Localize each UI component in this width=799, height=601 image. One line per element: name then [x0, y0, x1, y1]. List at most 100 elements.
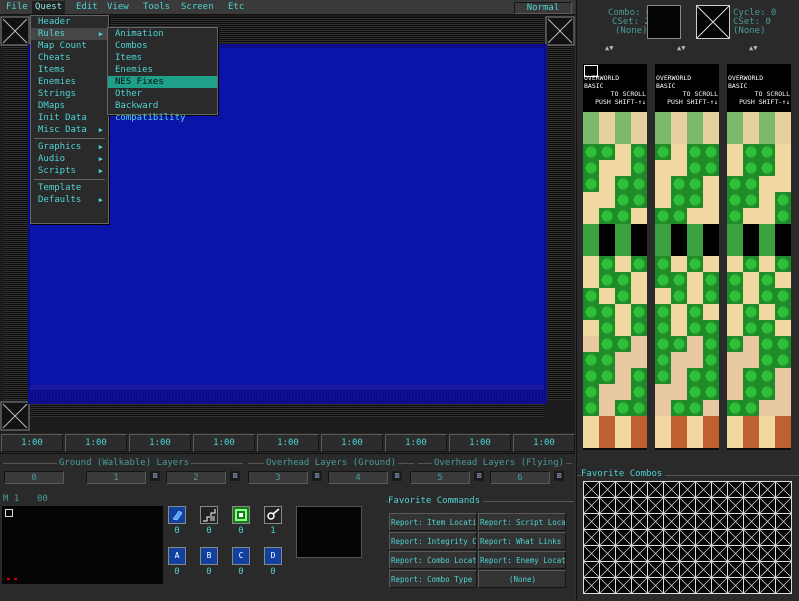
- favorite-combo-slot[interactable]: [679, 497, 696, 514]
- fav-cmd-integrity-check[interactable]: Report: Integrity Check: [389, 532, 477, 550]
- layer-1-field[interactable]: 1: [86, 471, 146, 484]
- favorite-combo-slot[interactable]: [695, 497, 712, 514]
- favorite-combo-slot[interactable]: [631, 481, 648, 498]
- favorite-combo-slot[interactable]: [727, 561, 744, 578]
- submenu-item-combos[interactable]: Combos: [108, 40, 217, 52]
- favorite-combo-slot[interactable]: [727, 497, 744, 514]
- menu-etc[interactable]: Etc: [225, 1, 247, 14]
- favorite-combo-slot[interactable]: [631, 545, 648, 562]
- layer-5-field[interactable]: 5: [410, 471, 470, 484]
- favorite-combo-slot[interactable]: [695, 561, 712, 578]
- favorite-combo-slot[interactable]: [647, 529, 664, 546]
- favorite-combo-slot[interactable]: [679, 577, 696, 594]
- menu-tools[interactable]: Tools: [140, 1, 173, 14]
- fav-cmd-script-locations[interactable]: Report: Script Locations: [478, 513, 566, 531]
- favorite-combo-slot[interactable]: [599, 561, 616, 578]
- favorite-combo-slot[interactable]: [695, 481, 712, 498]
- menu-item-header[interactable]: Header: [31, 16, 108, 28]
- layer-3-checkbox[interactable]: ⊠: [312, 471, 322, 481]
- layer-5-checkbox[interactable]: ⊠: [474, 471, 484, 481]
- favorite-combo-slot[interactable]: [599, 577, 616, 594]
- favorite-combo-slot[interactable]: [711, 577, 728, 594]
- favorite-combo-slot[interactable]: [583, 577, 600, 594]
- favorite-combo-slot[interactable]: [615, 561, 632, 578]
- menu-item-audio[interactable]: Audio ▶: [31, 153, 108, 165]
- favorite-combo-slot[interactable]: [775, 561, 792, 578]
- combo-page-arrows-2[interactable]: ▲▼: [677, 44, 685, 52]
- menu-item-misc-data[interactable]: Misc Data ▶: [31, 124, 108, 136]
- favorite-combo-slot[interactable]: [679, 513, 696, 530]
- favorite-combo-slot[interactable]: [647, 577, 664, 594]
- favorite-combo-slot[interactable]: [647, 481, 664, 498]
- favorite-combo-slot[interactable]: [743, 529, 760, 546]
- favorite-combo-slot[interactable]: [583, 545, 600, 562]
- favorite-combo-slot[interactable]: [631, 497, 648, 514]
- favorite-combo-slot[interactable]: [599, 497, 616, 514]
- menu-item-scripts[interactable]: Scripts ▶: [31, 165, 108, 177]
- favorite-combo-slot[interactable]: [615, 481, 632, 498]
- item-slot-b[interactable]: B: [200, 547, 218, 565]
- fav-cmd-item-locations[interactable]: Report: Item Locations: [389, 513, 477, 531]
- favorite-combo-slot[interactable]: [583, 481, 600, 498]
- favorite-combo-slot[interactable]: [615, 497, 632, 514]
- favorite-combo-slot[interactable]: [775, 497, 792, 514]
- favorite-combo-slot[interactable]: [759, 545, 776, 562]
- favorite-combo-slot[interactable]: [663, 561, 680, 578]
- layer-2-field[interactable]: 2: [166, 471, 226, 484]
- menu-item-map-count[interactable]: Map Count: [31, 40, 108, 52]
- current-combo-preview[interactable]: [647, 5, 681, 39]
- favorite-combo-slot[interactable]: [599, 529, 616, 546]
- favorite-combo-slot[interactable]: [695, 513, 712, 530]
- favorite-combo-slot[interactable]: [615, 545, 632, 562]
- fav-cmd-what-links-here[interactable]: Report: What Links Here: [478, 532, 566, 550]
- fav-cmd-combo-locations[interactable]: Report: Combo Locations: [389, 551, 477, 569]
- favorite-combo-slot[interactable]: [663, 513, 680, 530]
- favorite-combo-slot[interactable]: [727, 481, 744, 498]
- favorite-combo-slot[interactable]: [775, 481, 792, 498]
- combo-page-arrows-1[interactable]: ▲▼: [605, 44, 613, 52]
- no-combo-preview-icon[interactable]: [696, 5, 730, 39]
- favorite-combo-slot[interactable]: [727, 513, 744, 530]
- favorite-combo-slot[interactable]: [775, 577, 792, 594]
- favorite-combo-slot[interactable]: [711, 529, 728, 546]
- favorite-combo-slot[interactable]: [615, 529, 632, 546]
- screen-tab[interactable]: 1:00: [129, 434, 191, 452]
- favorite-combo-slot[interactable]: [759, 513, 776, 530]
- fav-cmd-enemy-locations[interactable]: Report: Enemy Locations: [478, 551, 566, 569]
- favorite-combo-slot[interactable]: [647, 497, 664, 514]
- favorite-combo-slot[interactable]: [759, 561, 776, 578]
- favorite-combo-slot[interactable]: [679, 529, 696, 546]
- favorite-combo-slot[interactable]: [631, 513, 648, 530]
- menu-item-dmaps[interactable]: DMaps: [31, 100, 108, 112]
- favorite-combo-slot[interactable]: [711, 497, 728, 514]
- favorite-combo-slot[interactable]: [663, 481, 680, 498]
- menu-item-init-data[interactable]: Init Data: [31, 112, 108, 124]
- favorite-combo-slot[interactable]: [695, 577, 712, 594]
- favorite-combo-slot[interactable]: [759, 529, 776, 546]
- favorite-combo-slot[interactable]: [759, 497, 776, 514]
- menu-item-graphics[interactable]: Graphics ▶: [31, 141, 108, 153]
- submenu-item-animation[interactable]: Animation: [108, 28, 217, 40]
- favorite-combo-slot[interactable]: [743, 577, 760, 594]
- menu-item-cheats[interactable]: Cheats: [31, 52, 108, 64]
- favorite-combo-slot[interactable]: [775, 529, 792, 546]
- corner-x-bottom-left[interactable]: [0, 401, 30, 431]
- favorite-combo-slot[interactable]: [759, 481, 776, 498]
- favorite-combo-slot[interactable]: [631, 577, 648, 594]
- submenu-item-items[interactable]: Items: [108, 52, 217, 64]
- layer-6-checkbox[interactable]: ⊠: [554, 471, 564, 481]
- favorite-combo-slot[interactable]: [647, 561, 664, 578]
- favorite-combo-slot[interactable]: [631, 561, 648, 578]
- menu-item-defaults[interactable]: Defaults ▶: [31, 194, 108, 206]
- menu-item-rules[interactable]: Rules ▶: [31, 28, 108, 40]
- favorite-combo-slot[interactable]: [599, 513, 616, 530]
- favorite-combo-slot[interactable]: [695, 529, 712, 546]
- menu-item-template[interactable]: Template: [31, 182, 108, 194]
- favorite-combo-slot[interactable]: [743, 481, 760, 498]
- submenu-item-other[interactable]: Other: [108, 88, 217, 100]
- favorite-combo-slot[interactable]: [679, 545, 696, 562]
- fav-cmd-combo-type-locs[interactable]: Report: Combo Type Locs: [389, 570, 477, 588]
- combo-list-3[interactable]: OVERWORLD BASIC TO SCROLL PUSH SHIFT-↑↓: [727, 64, 791, 450]
- screen-tab[interactable]: 1:00: [65, 434, 127, 452]
- item-slot-icon[interactable]: [200, 506, 218, 524]
